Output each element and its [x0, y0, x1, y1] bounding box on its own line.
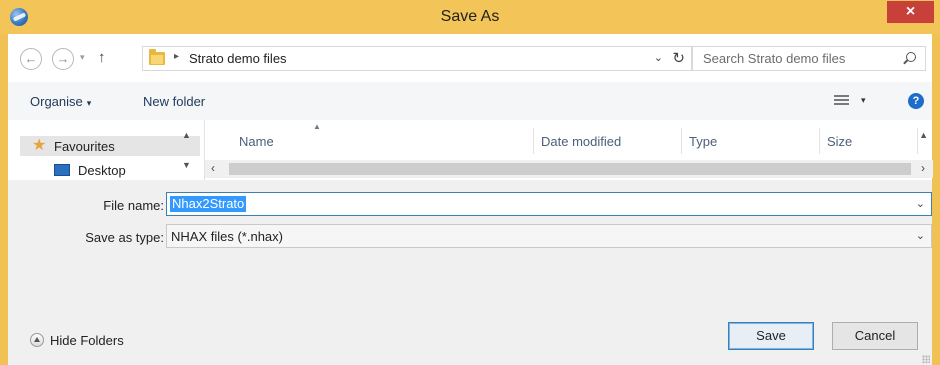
- sidebar-item-label: Desktop: [78, 163, 126, 178]
- column-header-size[interactable]: Size: [827, 134, 852, 149]
- title-bar[interactable]: Save As ×: [0, 0, 940, 34]
- file-name-field[interactable]: Nhax2Strato ⌄: [166, 192, 932, 216]
- nav-scroll-up-icon[interactable]: ▲: [182, 130, 191, 140]
- search-icon[interactable]: [906, 52, 916, 62]
- nav-scroll-down-icon[interactable]: ▼: [182, 160, 191, 170]
- recent-locations-chevron-icon[interactable]: ▾: [80, 52, 85, 63]
- hide-folders-label: Hide Folders: [50, 333, 124, 348]
- column-divider[interactable]: [533, 128, 534, 154]
- save-button[interactable]: Save: [728, 322, 814, 350]
- star-icon: ★: [32, 137, 47, 154]
- cancel-button[interactable]: Cancel: [832, 322, 918, 350]
- address-dropdown-chevron-down-icon[interactable]: ⌄: [654, 51, 663, 64]
- window-title: Save As: [440, 8, 500, 25]
- breadcrumb[interactable]: Strato demo files: [189, 51, 287, 66]
- change-view-icon[interactable]: [834, 94, 849, 107]
- collapse-icon: [30, 333, 44, 347]
- help-icon[interactable]: ?: [908, 93, 924, 109]
- close-button[interactable]: ×: [887, 1, 934, 23]
- file-list: Name ▲ Date modified Type Size ▲ ‹ ›: [204, 120, 933, 180]
- folder-icon: [149, 49, 165, 65]
- sidebar-item-desktop[interactable]: Desktop: [20, 160, 200, 180]
- search-input[interactable]: [703, 51, 893, 66]
- desktop-icon: [54, 164, 70, 176]
- navigation-pane: ★ Favourites Desktop ▲ ▼: [8, 120, 204, 180]
- dialog-body: ← → ▾ ↑ ▸ Strato demo files ⌄ ↻ Organise…: [8, 34, 933, 365]
- view-options-chevron-down-icon[interactable]: ▾: [861, 95, 866, 106]
- column-header-date-modified[interactable]: Date modified: [541, 134, 621, 149]
- up-button[interactable]: ↑: [98, 49, 106, 66]
- file-name-label: File name:: [103, 198, 164, 213]
- sidebar-item-favourites[interactable]: ★ Favourites: [20, 136, 200, 156]
- column-header-name[interactable]: Name: [239, 134, 274, 149]
- refresh-icon[interactable]: ↻: [672, 49, 685, 67]
- column-divider[interactable]: [917, 128, 918, 154]
- column-divider[interactable]: [681, 128, 682, 154]
- address-bar[interactable]: ▸ Strato demo files ⌄ ↻: [142, 46, 692, 71]
- save-as-type-select[interactable]: NHAX files (*.nhax) ⌄: [166, 224, 932, 248]
- sort-ascending-icon: ▲: [313, 122, 321, 131]
- organise-label: Organise: [30, 94, 83, 109]
- column-divider[interactable]: [819, 128, 820, 154]
- organise-button[interactable]: Organise ▾: [30, 94, 91, 109]
- toolbar: Organise ▾ New folder ▾ ?: [8, 82, 932, 120]
- file-name-dropdown-chevron-down-icon[interactable]: ⌄: [916, 197, 925, 210]
- resize-grip[interactable]: [922, 355, 930, 363]
- save-as-type-chevron-down-icon[interactable]: ⌄: [916, 229, 925, 242]
- scroll-right-icon[interactable]: ›: [921, 161, 925, 175]
- forward-button[interactable]: →: [52, 48, 74, 70]
- horizontal-scrollbar[interactable]: ‹ ›: [205, 160, 933, 178]
- file-name-value[interactable]: Nhax2Strato: [170, 196, 247, 212]
- search-box[interactable]: [692, 46, 926, 71]
- address-row: ← → ▾ ↑ ▸ Strato demo files ⌄ ↻: [8, 34, 932, 82]
- chevron-down-icon: ▾: [86, 98, 92, 108]
- back-button[interactable]: ←: [20, 48, 42, 70]
- sidebar-item-label: Favourites: [54, 139, 115, 154]
- save-as-type-label: Save as type:: [85, 230, 164, 245]
- breadcrumb-separator-icon[interactable]: ▸: [174, 51, 179, 62]
- save-as-dialog: Save As × ← → ▾ ↑ ▸ Strato demo files ⌄ …: [0, 0, 940, 365]
- save-as-type-value: NHAX files (*.nhax): [171, 229, 283, 244]
- scroll-left-icon[interactable]: ‹: [211, 161, 215, 175]
- scrollbar-thumb[interactable]: [229, 163, 911, 175]
- new-folder-button[interactable]: New folder: [143, 94, 205, 109]
- list-scroll-up-icon[interactable]: ▲: [919, 130, 928, 140]
- column-header-type[interactable]: Type: [689, 134, 717, 149]
